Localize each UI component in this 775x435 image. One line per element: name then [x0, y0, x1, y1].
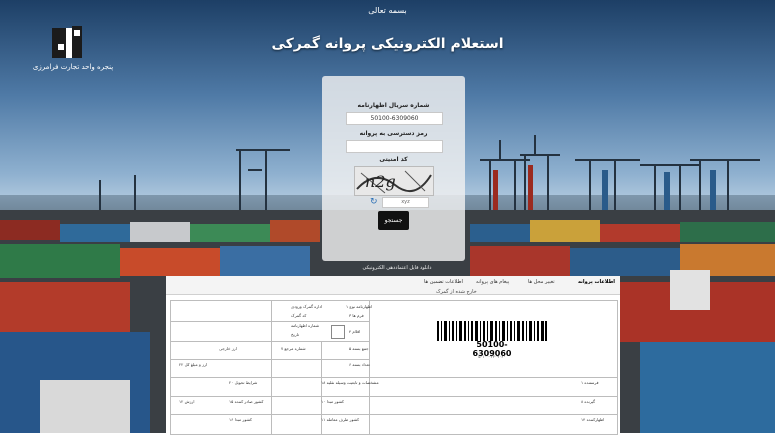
cell-package-count: ۶ تعداد بسته [349, 362, 370, 367]
security-code-label: کد امنیتی [379, 156, 408, 163]
cell-reference: ۷ شماره مرجع [281, 346, 306, 351]
cell-customs-code: کد گمرک [291, 313, 307, 318]
login-box: شماره سریال اظهارنامه 50100-6309060 رمز … [322, 76, 465, 261]
serial-label: شماره سریال اظهارنامه [357, 102, 430, 109]
download-guide-link[interactable]: دانلود فایل اعتماددهی الکترونیکی [361, 265, 433, 271]
cell-total-packages: ۵ جمع بسته [349, 346, 369, 351]
grid-line [171, 396, 617, 397]
logo-caption: پنجره واحد تجارت فرامرزی [32, 63, 114, 71]
items-box [331, 325, 345, 339]
bismillah-text: بسمه تعالی [368, 6, 407, 15]
page-title: استعلام الکترونیکی پروانه گمرکی [271, 36, 504, 52]
barcode-subtext: ۵۰۱۰۰-۶۳۰۹۰۶۰ [478, 354, 506, 359]
cell-origin-country-2: ۱۶ کشور مبدا [229, 417, 252, 422]
cell-origin-country: ۱۰ کشور مبدا [321, 399, 344, 404]
cell-delivery-terms: ۲۰ شرایط تحویل [229, 380, 258, 385]
tab-permit-info[interactable]: اطلاعات پروانه [578, 279, 615, 285]
refresh-captcha-icon[interactable]: ↻ [370, 197, 380, 207]
cell-foreign-currency: ارز خارجی [219, 346, 237, 351]
permit-info-panel: اطلاعات پروانه تغییر محل ها پیغام های پر… [166, 276, 620, 435]
captcha-image: n2g [354, 166, 434, 196]
cell-value: ۱۲ ارزش [179, 399, 195, 404]
cell-transport: ۱۸ مشخصات و تابعیت وسیله نقلیه [321, 380, 379, 385]
cell-declaration-number: شماره اظهارنامه [291, 323, 320, 328]
cell-date: تاریخ [291, 332, 299, 337]
cell-items: ۴ اقلام [349, 329, 361, 334]
tab-guarantees[interactable]: اطلاعات تضمین ها [424, 279, 463, 285]
tab-exit-customs[interactable]: خارج شده از گمرک [436, 289, 477, 295]
cell-sender: ۱ فرستنده [581, 380, 599, 385]
tab-permit-messages[interactable]: پیغام های پروانه [476, 279, 509, 285]
cell-entry-office: اداره گمرک ورودی [291, 304, 323, 309]
grid-line [171, 359, 369, 360]
cell-trade-country: ۱۱ کشور طرف معامله [321, 417, 360, 422]
search-button[interactable]: جستجو [378, 211, 409, 230]
permit-document: 50100-6309060 ۵۰۱۰۰-۶۳۰۹۰۶۰ ۱ فرستنده ۸ … [170, 300, 618, 435]
barcode-image [437, 321, 547, 341]
grid-line [171, 321, 369, 322]
grid-line [171, 414, 617, 415]
cell-declaration-type: اظهارنامه نوع ۱ [346, 304, 373, 309]
password-label: رمز دسترسی به پروانه [359, 130, 428, 137]
password-input[interactable] [346, 140, 443, 153]
grid-line [171, 377, 617, 378]
svg-text:n2g: n2g [365, 172, 396, 191]
grid-line [369, 301, 370, 434]
captcha-input[interactable]: xyz [382, 197, 429, 208]
tab-location-changes[interactable]: تغییر محل ها [528, 279, 555, 285]
cell-total-currency: ۲۲ ارز و مبلغ کل [179, 362, 208, 367]
cell-declarant: ۱۴ اظهارکننده [581, 417, 605, 422]
cell-forms: ۳ فرم ها [349, 313, 364, 318]
cell-receiver: ۸ گیرنده [581, 399, 596, 404]
cell-export-country: ۱۵ کشور صادر کننده [229, 399, 264, 404]
grid-line [171, 341, 369, 342]
tab-bar: اطلاعات پروانه تغییر محل ها پیغام های پر… [166, 276, 620, 295]
serial-number-input[interactable]: 50100-6309060 [346, 112, 443, 125]
